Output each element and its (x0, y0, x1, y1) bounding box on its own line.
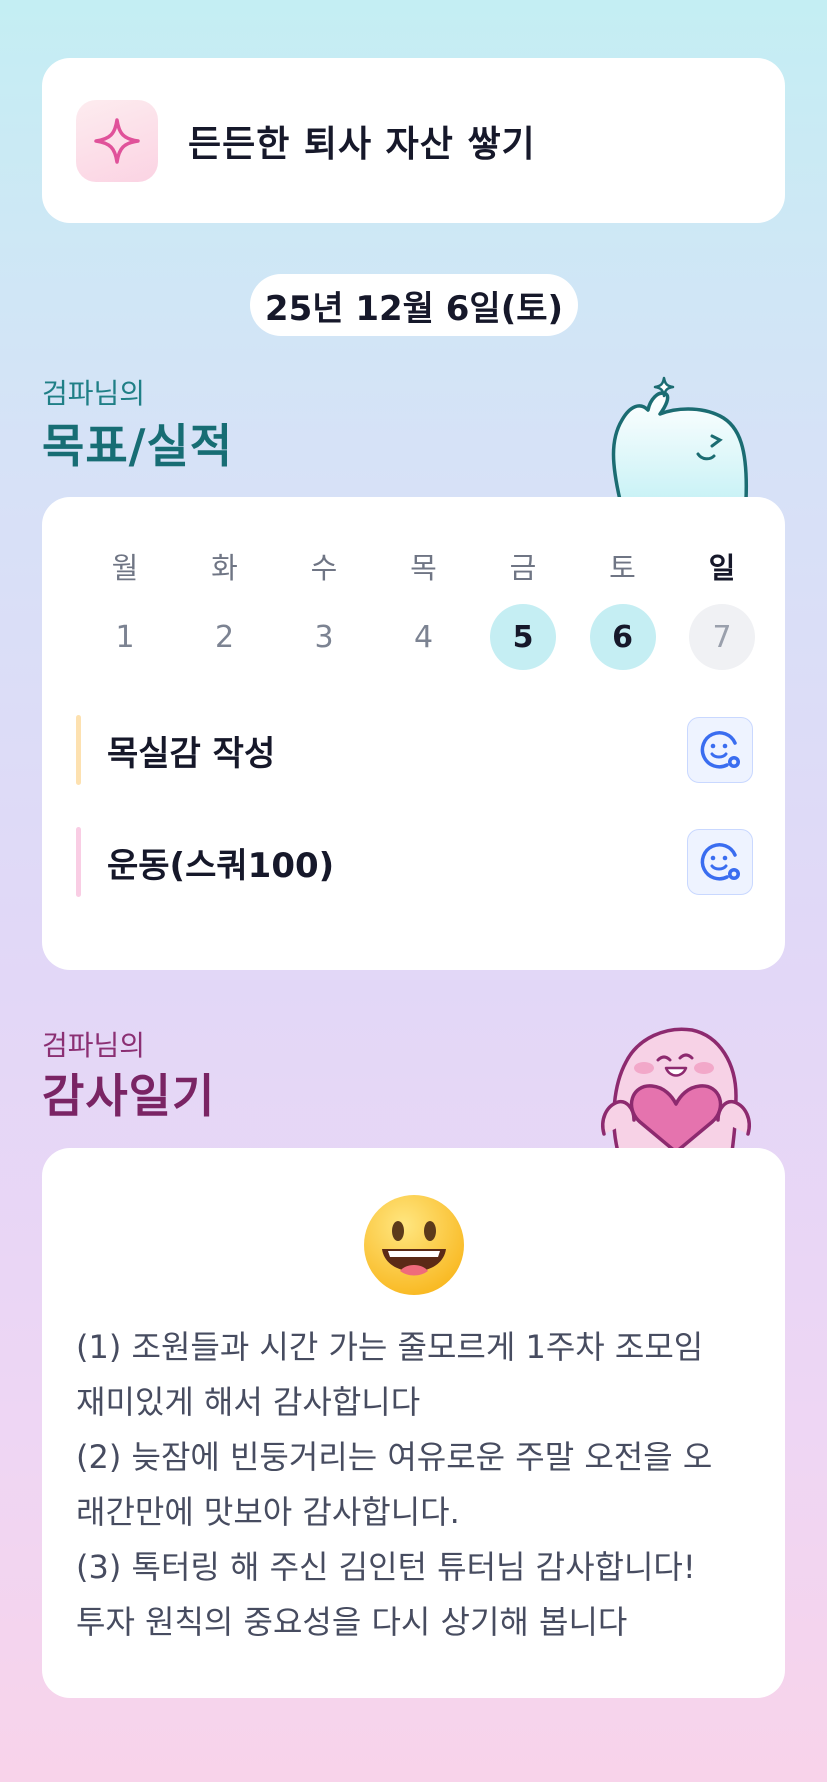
date-cell[interactable]: 4 (391, 604, 457, 670)
weekday-label: 화 (211, 551, 238, 585)
task-feeling-button[interactable] (687, 829, 753, 895)
date-cell[interactable]: 1 (92, 604, 158, 670)
goals-card: 월 화 수 목 금 토 일 1 2 3 4 5 6 7 목실감 작성 운동(스쿼… (42, 497, 785, 970)
goals-section-title: 목표/실적 (42, 419, 234, 473)
teal-mascot-illustration (611, 376, 749, 500)
task-item[interactable]: 목실감 작성 (76, 715, 753, 785)
diary-section-title: 감사일기 (42, 1069, 216, 1123)
date-cell[interactable]: 2 (192, 604, 258, 670)
task-color-bar (76, 715, 81, 785)
task-feeling-button[interactable] (687, 717, 753, 783)
goal-card[interactable]: 든든한 퇴사 자산 쌓기 (42, 58, 785, 223)
date-row: 1 2 3 4 5 6 7 (92, 604, 755, 670)
sparkle-icon (76, 99, 158, 182)
weekday-label: 수 (310, 551, 338, 585)
date-cell-recorded[interactable]: 5 (490, 604, 556, 670)
mood-emoji-icon (42, 1193, 785, 1297)
diary-section-owner: 검파님의 (42, 1029, 146, 1062)
date-pill[interactable]: 25년 12월 6일(토) (250, 274, 578, 336)
date-cell[interactable]: 3 (291, 604, 357, 670)
weekday-label: 목 (410, 551, 437, 585)
gratitude-diary-text: (1) 조원들과 시간 가는 줄모르게 1주차 조모임 재미있게 해서 감사합니… (76, 1328, 713, 1641)
date-cell-selected[interactable]: 6 (589, 604, 656, 670)
goals-section-owner: 검파님의 (42, 377, 146, 410)
task-color-bar (76, 827, 81, 897)
weekday-label: 일 (708, 551, 736, 585)
weekday-label: 금 (509, 551, 537, 585)
smile-check-icon (700, 731, 740, 769)
weekday-label: 월 (111, 551, 139, 585)
gratitude-diary-card[interactable]: (1) 조원들과 시간 가는 줄모르게 1주차 조모임 재미있게 해서 감사합니… (42, 1148, 785, 1698)
goal-title: 든든한 퇴사 자산 쌓기 (188, 123, 536, 165)
pink-heart-mascot-illustration (601, 1027, 751, 1152)
task-item[interactable]: 운동(스쿼100) (76, 827, 753, 897)
task-label: 목실감 작성 (107, 733, 276, 774)
weekday-label: 토 (609, 551, 636, 585)
smile-check-icon (700, 843, 740, 881)
weekday-header-row: 월 화 수 목 금 토 일 (92, 545, 755, 587)
date-cell-upcoming[interactable]: 7 (689, 604, 755, 670)
task-label: 운동(스쿼100) (107, 845, 335, 886)
